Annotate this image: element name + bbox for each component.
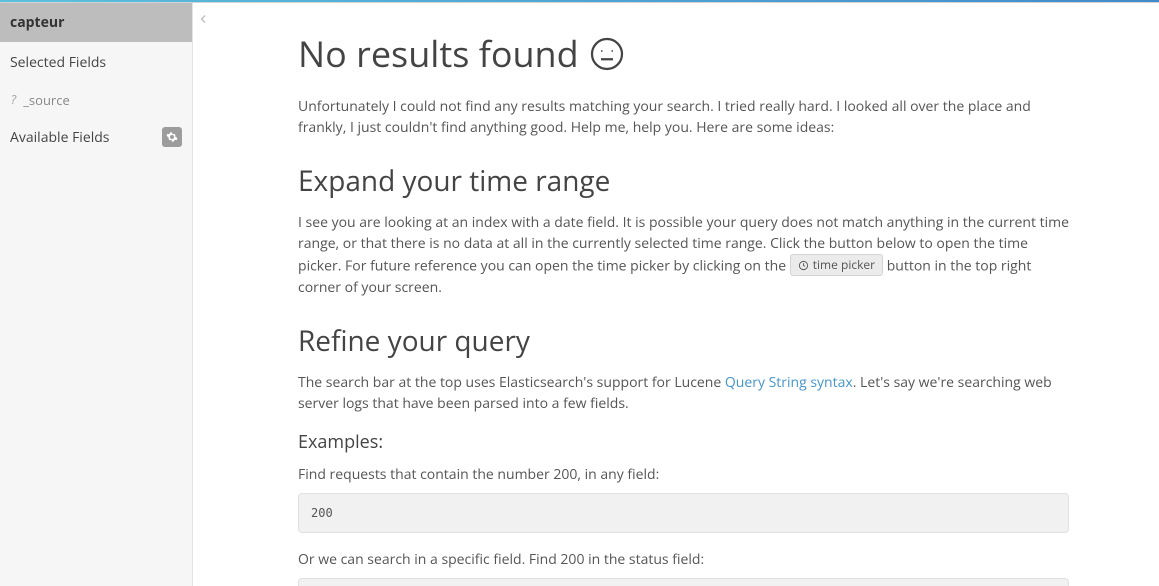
intro-text: Unfortunately I could not find any resul…	[298, 96, 1069, 138]
time-picker-button[interactable]: time picker	[790, 254, 883, 276]
time-picker-label: time picker	[813, 256, 875, 274]
main-content: No results found Unfortunately I could n…	[213, 3, 1159, 586]
examples-heading: Examples:	[298, 430, 1069, 454]
field-item-source[interactable]: ? _source	[0, 83, 192, 117]
sidebar-collapse-gutter	[193, 3, 213, 586]
page-title: No results found	[298, 29, 1069, 78]
gear-icon	[166, 131, 178, 143]
refine-query-heading: Refine your query	[298, 322, 1069, 360]
example-2-label: Or we can search in a specific field. Fi…	[298, 549, 1069, 570]
sidebar-collapse-button[interactable]	[197, 11, 209, 586]
expand-time-paragraph: I see you are looking at an index with a…	[298, 212, 1069, 298]
clock-icon	[798, 260, 809, 271]
chevron-left-icon	[197, 13, 209, 25]
index-selector[interactable]: capteur	[0, 3, 192, 42]
sidebar: capteur Selected Fields ? _source Availa…	[0, 3, 193, 586]
meh-face-icon	[589, 36, 625, 72]
field-type-icon: ?	[10, 93, 17, 107]
available-fields-heading: Available Fields	[10, 128, 109, 147]
example-2-code: status:200	[298, 578, 1069, 586]
field-settings-button[interactable]	[162, 127, 182, 147]
refine-text-1: The search bar at the top uses Elasticse…	[298, 373, 725, 392]
field-name-label: _source	[23, 91, 70, 109]
example-1-label: Find requests that contain the number 20…	[298, 464, 1069, 485]
page-title-text: No results found	[298, 29, 579, 78]
refine-query-paragraph: The search bar at the top uses Elasticse…	[298, 372, 1069, 414]
expand-time-heading: Expand your time range	[298, 162, 1069, 200]
selected-fields-heading: Selected Fields	[0, 42, 192, 83]
example-1-code: 200	[298, 493, 1069, 533]
query-string-syntax-link[interactable]: Query String syntax	[725, 373, 853, 392]
layout: capteur Selected Fields ? _source Availa…	[0, 3, 1159, 586]
